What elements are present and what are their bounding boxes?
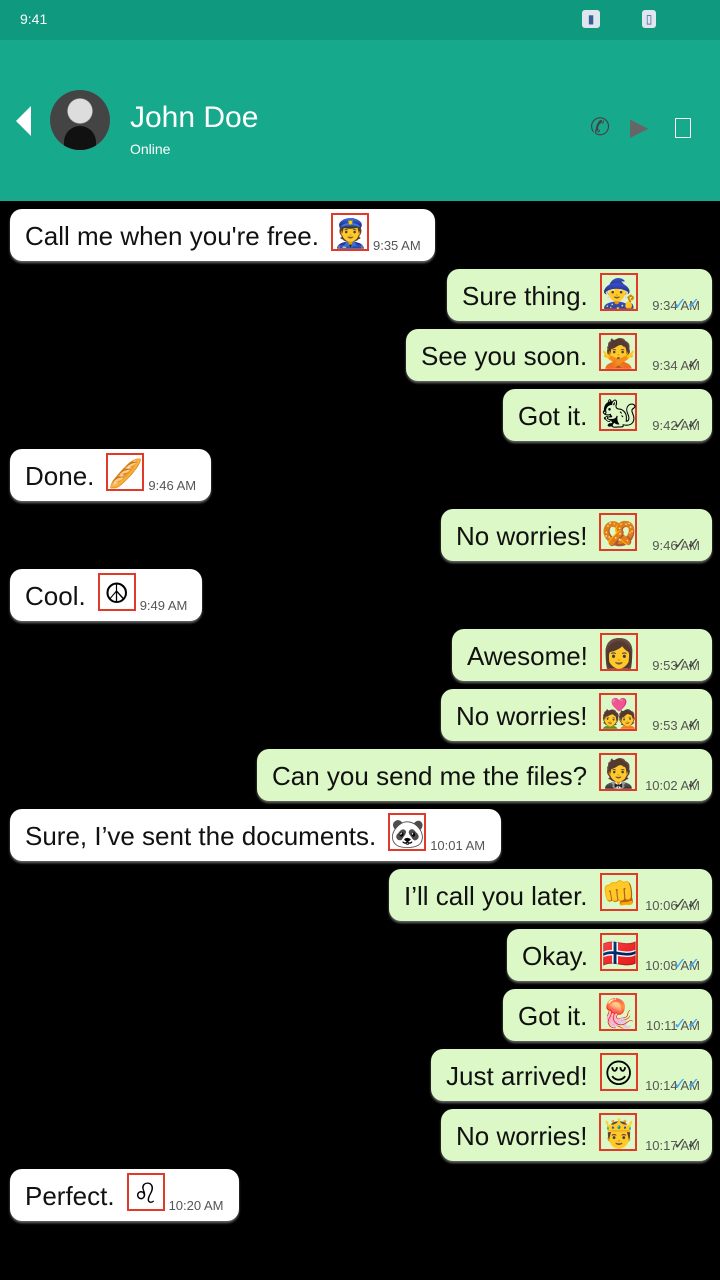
- outgoing-message[interactable]: Got it. 🐿 9:42 AM ✓✓: [503, 389, 712, 441]
- message-text: Sure thing.: [462, 281, 588, 311]
- incoming-message[interactable]: Done. 🥖 9:46 AM: [10, 449, 211, 501]
- double-tick-icon: ✓✓: [673, 414, 700, 433]
- emoji-icon: 🐿: [599, 393, 638, 431]
- message-text: See you soon.: [421, 341, 588, 371]
- message-text: Got it.: [518, 401, 588, 431]
- message-time: 10:20 AM: [168, 1198, 224, 1213]
- double-tick-icon: ✓✓: [673, 954, 700, 973]
- emoji-icon: 😌: [599, 1053, 638, 1091]
- double-tick-icon: ✓✓: [673, 1074, 700, 1093]
- emoji-icon: 🪼: [599, 993, 638, 1031]
- double-tick-icon: ✓✓: [673, 294, 700, 313]
- emoji-icon: 🥖: [106, 453, 145, 491]
- message-text: No worries!: [456, 521, 588, 551]
- message-text: Sure, I’ve sent the documents.: [25, 821, 377, 851]
- double-tick-icon: ✓✓: [673, 1134, 700, 1153]
- double-tick-icon: ✓✓: [673, 534, 700, 553]
- double-tick-icon: ✓✓: [673, 1014, 700, 1033]
- message-time: 9:35 AM: [372, 238, 421, 253]
- message-text: Got it.: [518, 1001, 588, 1031]
- emoji-icon: ♌: [126, 1173, 165, 1211]
- emoji-icon: 🐼: [388, 813, 427, 851]
- outgoing-message[interactable]: Okay. 🇳🇴 10:08 AM ✓✓: [507, 929, 712, 981]
- outgoing-message[interactable]: I’ll call you later. 👊 10:06 AM ✓✓: [389, 869, 712, 921]
- incoming-message[interactable]: Perfect. ♌ 10:20 AM: [10, 1169, 239, 1221]
- message-text: Can you send me the files?: [272, 761, 588, 791]
- message-time: 10:01 AM: [430, 838, 486, 853]
- emoji-icon: 💑: [599, 693, 638, 731]
- emoji-icon: 👩: [599, 633, 638, 671]
- message-time: 9:49 AM: [139, 598, 188, 613]
- message-text: I’ll call you later.: [404, 881, 588, 911]
- back-arrow-icon[interactable]: [16, 106, 31, 136]
- single-tick-icon: ✓: [686, 354, 700, 373]
- message-text: Done.: [25, 461, 95, 491]
- message-text: Perfect.: [25, 1181, 115, 1211]
- emoji-icon: 🥨: [599, 513, 638, 551]
- contact-status: Online: [130, 141, 171, 157]
- emoji-icon: 🇳🇴: [599, 933, 638, 971]
- emoji-icon: 👮: [330, 213, 369, 251]
- outgoing-message[interactable]: No worries! 🥨 9:46 AM ✓✓: [441, 509, 712, 561]
- message-text: No worries!: [456, 701, 588, 731]
- outgoing-message[interactable]: Just arrived! 😌 10:14 AM ✓✓: [431, 1049, 712, 1101]
- message-text: Just arrived!: [446, 1061, 588, 1091]
- outgoing-message[interactable]: No worries! 💑 9:53 AM ✓: [441, 689, 712, 741]
- menu-icon[interactable]: [675, 118, 691, 138]
- battery-icon: ▯: [642, 10, 656, 28]
- message-list[interactable]: Call me when you're free. 👮 9:35 AM Sure th…: [0, 201, 720, 1280]
- emoji-icon: 🧙: [599, 273, 638, 311]
- double-tick-icon: ✓✓: [673, 654, 700, 673]
- incoming-message[interactable]: Cool. ☮ 9:49 AM: [10, 569, 202, 621]
- emoji-icon: 🤵: [599, 753, 638, 791]
- message-time: 9:46 AM: [148, 478, 197, 493]
- outgoing-message[interactable]: Got it. 🪼 10:11 AM ✓✓: [503, 989, 712, 1041]
- outgoing-message[interactable]: Can you send me the files? 🤵 10:02 AM ✓: [257, 749, 712, 801]
- incoming-message[interactable]: Sure, I’ve sent the documents. 🐼 10:01 AM: [10, 809, 501, 861]
- outgoing-message[interactable]: Sure thing. 🧙 9:34 AM ✓✓: [447, 269, 712, 321]
- video-camera-icon[interactable]: ▶: [630, 113, 648, 142]
- message-text: Awesome!: [467, 641, 588, 671]
- phone-icon[interactable]: ✆: [590, 113, 610, 142]
- message-text: No worries!: [456, 1121, 588, 1151]
- emoji-icon: ☮: [97, 573, 136, 611]
- message-text: Call me when you're free.: [25, 221, 319, 251]
- single-tick-icon: ✓: [686, 714, 700, 733]
- emoji-icon: 🙅: [599, 333, 638, 371]
- emoji-icon: 🤴: [599, 1113, 638, 1151]
- avatar[interactable]: [50, 90, 110, 150]
- message-text: Cool.: [25, 581, 86, 611]
- outgoing-message[interactable]: No worries! 🤴 10:17 AM ✓✓: [441, 1109, 712, 1161]
- outgoing-message[interactable]: Awesome! 👩 9:53 AM ✓✓: [452, 629, 712, 681]
- incoming-message[interactable]: Call me when you're free. 👮 9:35 AM: [10, 209, 435, 261]
- contact-name[interactable]: John Doe: [130, 101, 258, 135]
- double-tick-icon: ✓✓: [673, 894, 700, 913]
- status-time: 9:41: [20, 11, 48, 27]
- chat-header: John Doe Online ✆ ▶: [0, 40, 720, 201]
- emoji-icon: 👊: [599, 873, 638, 911]
- outgoing-message[interactable]: See you soon. 🙅 9:34 AM ✓: [406, 329, 712, 381]
- single-tick-icon: ✓: [686, 774, 700, 793]
- signal-icon: ▮: [582, 10, 600, 28]
- message-text: Okay.: [522, 941, 588, 971]
- status-bar: 9:41 ▮ ▯: [0, 0, 720, 40]
